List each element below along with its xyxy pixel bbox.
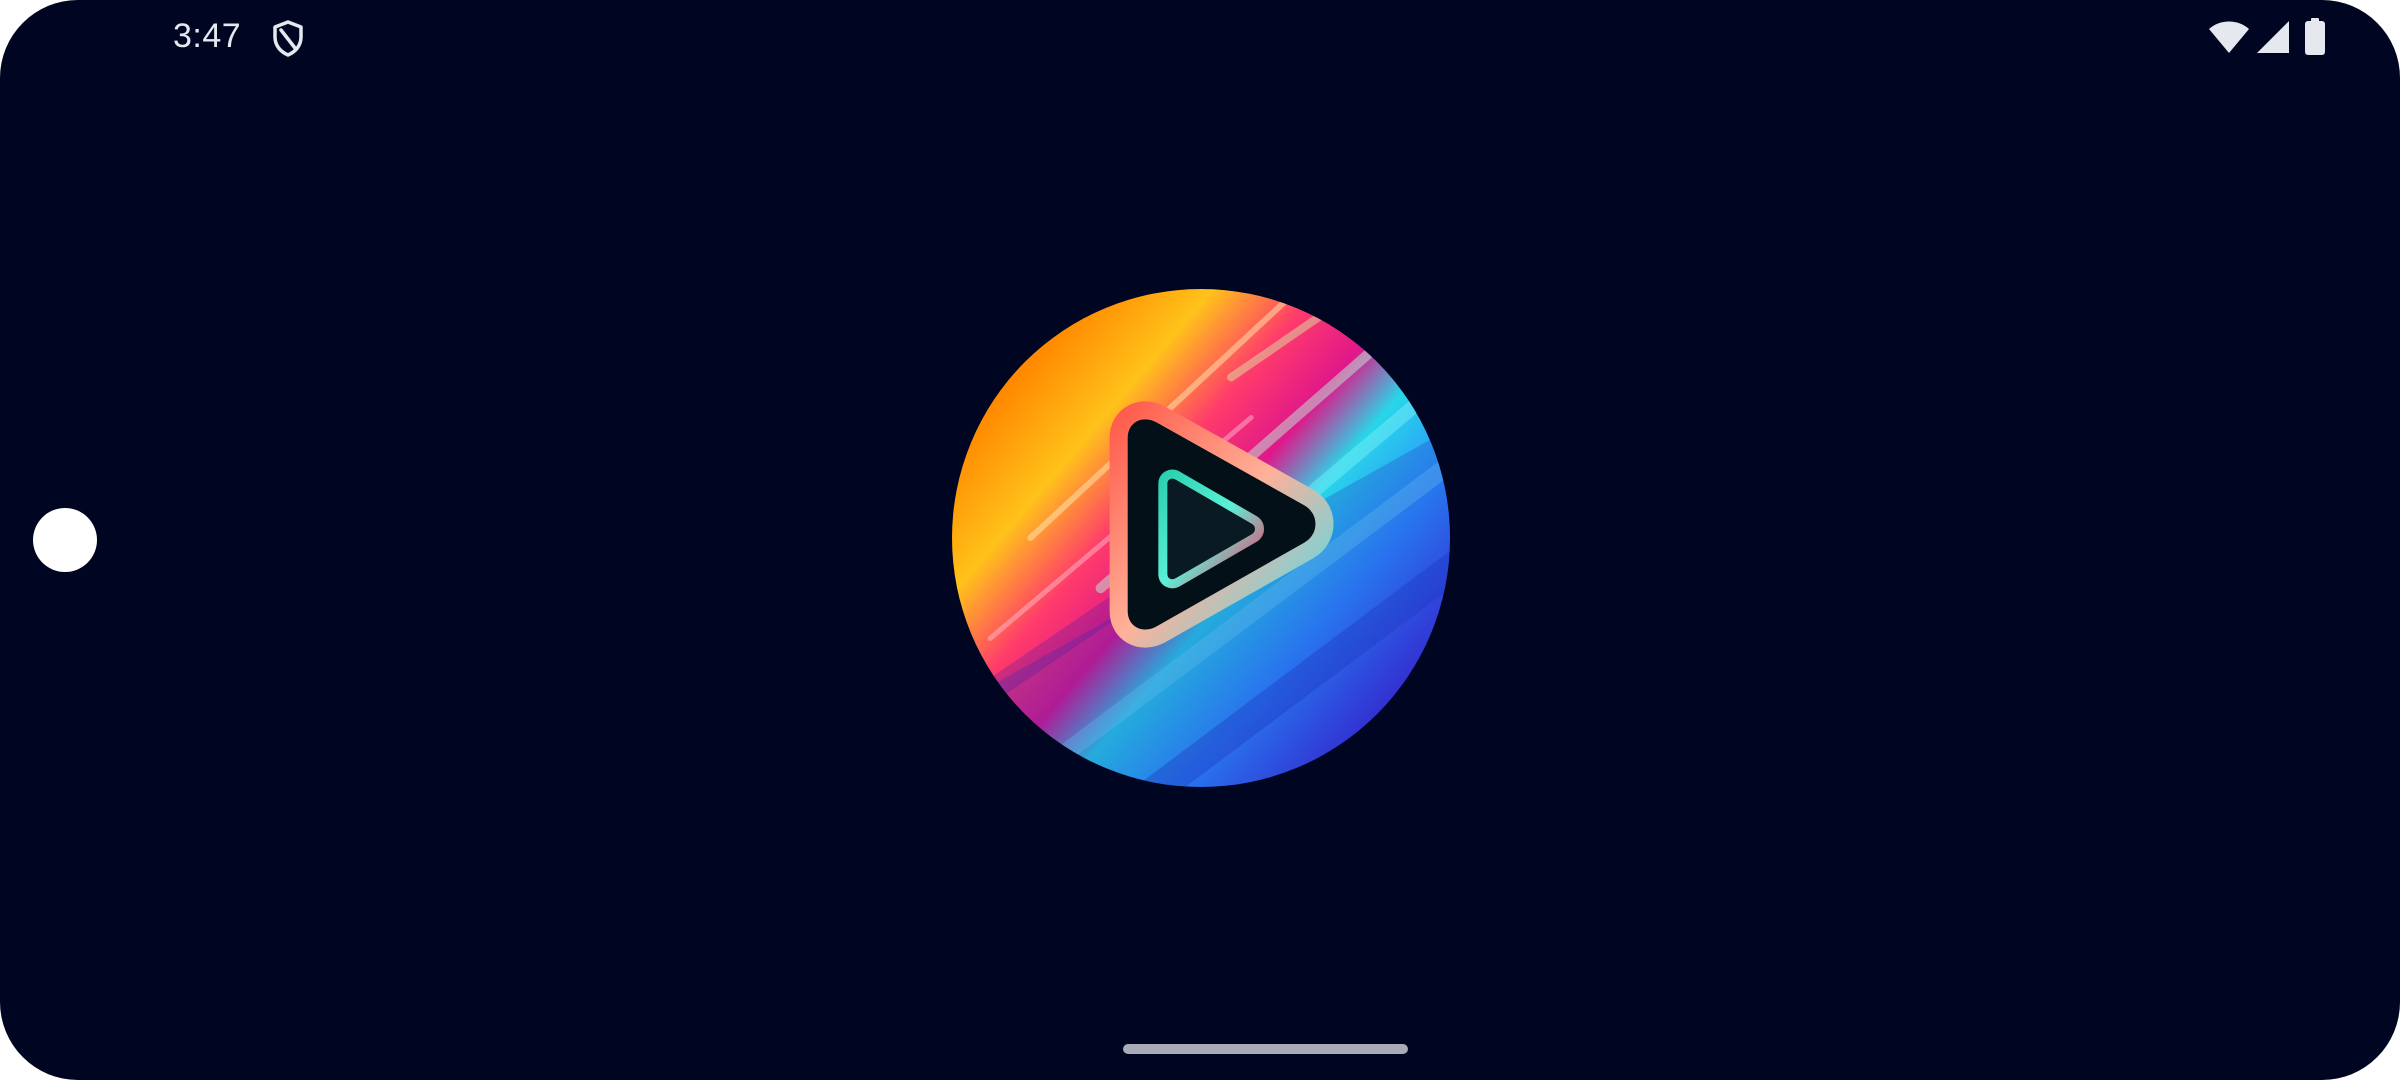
wifi-icon bbox=[2209, 21, 2249, 53]
signal-icon bbox=[2257, 21, 2289, 53]
shield-icon bbox=[273, 20, 303, 57]
floating-assist-button[interactable] bbox=[33, 508, 97, 572]
rainbow-play-logo-icon bbox=[952, 289, 1450, 787]
splash-screen: 3:47 bbox=[0, 0, 2400, 1080]
home-gesture-bar[interactable] bbox=[1123, 1044, 1408, 1054]
status-bar: 3:47 bbox=[0, 0, 2400, 80]
battery-icon bbox=[2305, 18, 2325, 55]
status-clock: 3:47 bbox=[173, 17, 242, 55]
